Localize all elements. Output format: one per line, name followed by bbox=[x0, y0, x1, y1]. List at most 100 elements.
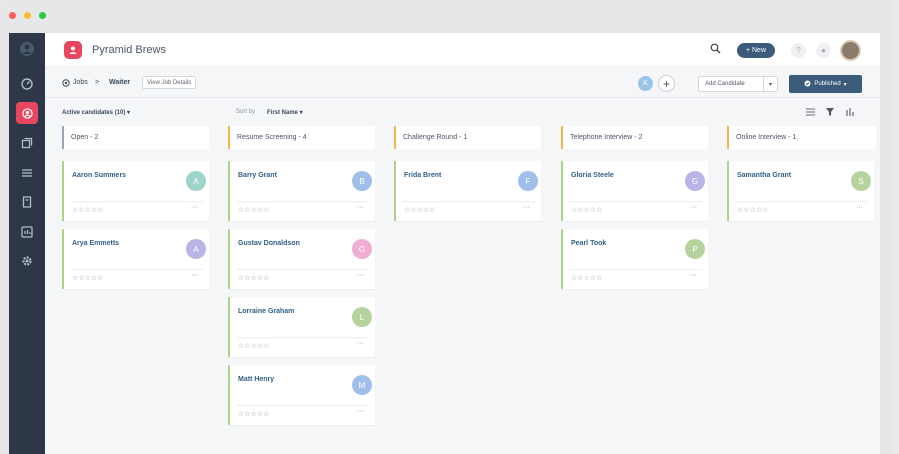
maximize-window-button[interactable] bbox=[39, 12, 46, 19]
candidate-name[interactable]: Barry Grant bbox=[238, 172, 277, 179]
search-icon[interactable] bbox=[710, 43, 721, 57]
minimize-window-button[interactable] bbox=[24, 12, 31, 19]
card-divider bbox=[236, 405, 369, 406]
candidate-card[interactable]: Arya Emmetts A ☆☆☆☆☆ ··· bbox=[62, 229, 209, 289]
breadcrumb-current: Waiter bbox=[109, 79, 131, 86]
candidate-name[interactable]: Matt Henry bbox=[238, 376, 274, 383]
copy-icon[interactable] bbox=[9, 130, 45, 156]
rating-stars[interactable]: ☆☆☆☆☆ bbox=[238, 274, 269, 282]
rating-stars[interactable]: ☆☆☆☆☆ bbox=[737, 206, 768, 214]
column-header[interactable]: Online Interview - 1 bbox=[727, 126, 876, 149]
candidate-name[interactable]: Arya Emmetts bbox=[72, 240, 119, 247]
card-divider bbox=[569, 201, 702, 202]
rating-stars[interactable]: ☆☆☆☆☆ bbox=[72, 206, 103, 214]
candidate-card[interactable]: Pearl Took P ☆☆☆☆☆ ··· bbox=[561, 229, 708, 289]
card-menu-icon[interactable]: ··· bbox=[191, 204, 198, 211]
candidates-icon[interactable] bbox=[9, 100, 45, 126]
view-job-details-button[interactable]: View Job Details bbox=[142, 76, 197, 89]
add-candidate-button[interactable]: Add Candidate ▾ bbox=[698, 76, 778, 92]
sidebar bbox=[9, 33, 45, 454]
app-name[interactable]: Pyramid Brews bbox=[92, 44, 166, 56]
card-menu-icon[interactable]: ··· bbox=[357, 204, 364, 211]
dashboard-icon[interactable] bbox=[9, 71, 45, 97]
filter-icon[interactable] bbox=[826, 108, 834, 118]
candidate-card[interactable]: Gustav Donaldson G ☆☆☆☆☆ ··· bbox=[228, 229, 375, 289]
top-bar: Pyramid Brews + New ? ● bbox=[45, 33, 880, 67]
filter-bar: Active candidates (10) ▾ Sort by First N… bbox=[45, 99, 880, 129]
column-header[interactable]: Challenge Round - 1 bbox=[394, 126, 541, 149]
help-icon[interactable]: ? bbox=[791, 43, 806, 58]
candidate-name[interactable]: Aaron Summers bbox=[72, 172, 126, 179]
card-menu-icon[interactable]: ··· bbox=[690, 204, 697, 211]
published-status-button[interactable]: Published ▾ bbox=[789, 75, 862, 93]
rating-stars[interactable]: ☆☆☆☆☆ bbox=[238, 342, 269, 350]
candidate-card[interactable]: Aaron Summers A ☆☆☆☆☆ ··· bbox=[62, 161, 209, 221]
column-header[interactable]: Open - 2 bbox=[62, 126, 209, 149]
add-candidate-label: Add Candidate bbox=[705, 81, 745, 87]
rating-stars[interactable]: ☆☆☆☆☆ bbox=[72, 274, 103, 282]
card-menu-icon[interactable]: ··· bbox=[191, 272, 198, 279]
column-header[interactable]: Resume Screening - 4 bbox=[228, 126, 375, 149]
rating-stars[interactable]: ☆☆☆☆☆ bbox=[238, 410, 269, 418]
candidate-card[interactable]: Barry Grant B ☆☆☆☆☆ ··· bbox=[228, 161, 375, 221]
sort-dropdown[interactable]: First Name ▾ bbox=[267, 109, 303, 116]
list-view-icon[interactable] bbox=[806, 108, 815, 118]
candidate-avatar: S bbox=[851, 171, 871, 191]
card-menu-icon[interactable]: ··· bbox=[357, 340, 364, 347]
candidate-name[interactable]: Gloria Steele bbox=[571, 172, 614, 179]
candidate-card[interactable]: Matt Henry M ☆☆☆☆☆ ··· bbox=[228, 365, 375, 425]
list-icon[interactable] bbox=[9, 160, 45, 186]
candidate-name[interactable]: Pearl Took bbox=[571, 240, 606, 247]
column-header[interactable]: Telephone Interview - 2 bbox=[561, 126, 708, 149]
card-menu-icon[interactable]: ··· bbox=[357, 272, 364, 279]
main-area: Pyramid Brews + New ? ● Jobs > Waiter Vi… bbox=[45, 33, 880, 454]
analytics-view-icon[interactable] bbox=[846, 108, 854, 118]
active-candidates-filter[interactable]: Active candidates (10) ▾ bbox=[62, 109, 130, 116]
candidate-name[interactable]: Samantha Grant bbox=[737, 172, 791, 179]
breadcrumb-separator: > bbox=[95, 79, 100, 86]
candidate-avatar: G bbox=[685, 171, 705, 191]
card-divider bbox=[236, 269, 369, 270]
jobs-home-icon[interactable] bbox=[62, 79, 70, 89]
logo-icon[interactable] bbox=[9, 36, 45, 62]
candidate-card[interactable]: Frida Brent F ☆☆☆☆☆ ··· bbox=[394, 161, 541, 221]
app-logo-icon[interactable] bbox=[64, 41, 82, 59]
rating-stars[interactable]: ☆☆☆☆☆ bbox=[238, 206, 269, 214]
card-menu-icon[interactable]: ··· bbox=[690, 272, 697, 279]
published-caret: ▾ bbox=[843, 81, 847, 88]
candidate-avatar: A bbox=[186, 239, 206, 259]
user-avatar[interactable] bbox=[840, 40, 861, 61]
published-icon bbox=[804, 80, 811, 89]
rating-stars[interactable]: ☆☆☆☆☆ bbox=[571, 274, 602, 282]
card-divider bbox=[402, 201, 535, 202]
member-avatar[interactable]: K bbox=[638, 76, 653, 91]
card-menu-icon[interactable]: ··· bbox=[856, 204, 863, 211]
candidate-card[interactable]: Gloria Steele G ☆☆☆☆☆ ··· bbox=[561, 161, 708, 221]
settings-icon[interactable] bbox=[9, 248, 45, 274]
card-menu-icon[interactable]: ··· bbox=[523, 204, 530, 211]
card-divider bbox=[735, 201, 868, 202]
candidate-name[interactable]: Gustav Donaldson bbox=[238, 240, 300, 247]
rating-stars[interactable]: ☆☆☆☆☆ bbox=[404, 206, 435, 214]
document-icon[interactable] bbox=[9, 189, 45, 215]
candidate-name[interactable]: Frida Brent bbox=[404, 172, 441, 179]
card-menu-icon[interactable]: ··· bbox=[357, 408, 364, 415]
candidate-avatar: L bbox=[352, 307, 372, 327]
add-candidate-dropdown[interactable]: ▾ bbox=[763, 77, 777, 91]
bell-icon[interactable]: ● bbox=[816, 43, 831, 58]
new-button[interactable]: + New bbox=[737, 43, 775, 58]
card-divider bbox=[236, 201, 369, 202]
candidate-avatar: P bbox=[685, 239, 705, 259]
analytics-icon[interactable] bbox=[9, 219, 45, 245]
candidate-card[interactable]: Lorraine Graham L ☆☆☆☆☆ ··· bbox=[228, 297, 375, 357]
candidate-avatar: B bbox=[352, 171, 372, 191]
card-divider bbox=[70, 201, 203, 202]
close-window-button[interactable] bbox=[9, 12, 16, 19]
sort-label: Sort by bbox=[236, 109, 256, 115]
rating-stars[interactable]: ☆☆☆☆☆ bbox=[571, 206, 602, 214]
breadcrumb-jobs[interactable]: Jobs bbox=[73, 79, 88, 86]
breadcrumb: Jobs > Waiter View Job Details K + Add C… bbox=[45, 68, 880, 98]
candidate-card[interactable]: Samantha Grant S ☆☆☆☆☆ ··· bbox=[727, 161, 874, 221]
candidate-name[interactable]: Lorraine Graham bbox=[238, 308, 294, 315]
add-member-button[interactable]: + bbox=[658, 75, 675, 92]
